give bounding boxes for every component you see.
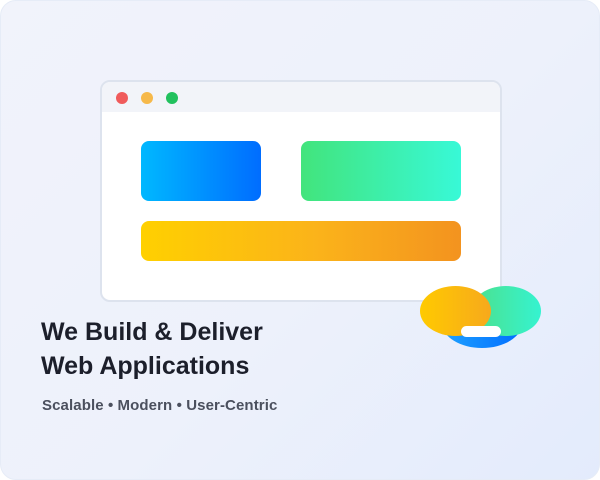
close-dot-icon <box>116 92 128 104</box>
green-content-block <box>301 141 461 201</box>
orange-content-bar <box>141 221 461 261</box>
maximize-dot-icon <box>166 92 178 104</box>
browser-window-illustration <box>100 80 502 302</box>
headline-line-1: We Build & Deliver <box>41 318 263 346</box>
hero-tagline: Scalable • Modern • User-Centric <box>42 397 278 414</box>
headline-line-2: Web Applications <box>41 352 250 380</box>
blue-content-block <box>141 141 261 201</box>
hero-card: We Build & Deliver Web Applications Scal… <box>0 0 600 480</box>
browser-titlebar <box>102 82 500 112</box>
white-pill-shape <box>461 326 501 337</box>
hero-headline: We Build & Deliver Web Applications <box>41 315 401 383</box>
minimize-dot-icon <box>141 92 153 104</box>
